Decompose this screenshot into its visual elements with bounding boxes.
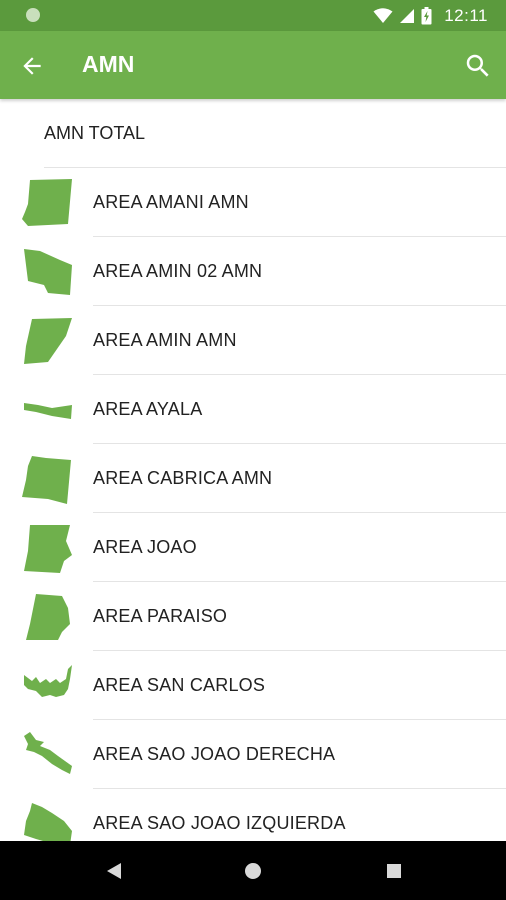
- page-title: AMN: [82, 51, 135, 77]
- list-item[interactable]: AREA PARAISO: [0, 582, 506, 651]
- list-item-label: AREA AMANI AMN: [93, 192, 249, 212]
- arrow-back-icon: [23, 57, 41, 75]
- home-circle-icon: [245, 863, 261, 879]
- back-button[interactable]: [14, 48, 50, 84]
- area-shape-icon: [24, 403, 72, 419]
- total-label: AMN TOTAL: [44, 123, 146, 143]
- status-icons: 12:11: [373, 5, 488, 27]
- nav-recents-button[interactable]: [378, 855, 410, 887]
- app-bar: AMN: [0, 31, 506, 99]
- list-item[interactable]: AREA AMANI AMN: [0, 168, 506, 237]
- signal-icon: [400, 9, 415, 23]
- list-item-label: AREA AMIN 02 AMN: [93, 261, 263, 281]
- notification-dot-icon: [26, 8, 40, 22]
- area-shape-icon: [24, 803, 72, 841]
- area-shape-icon: [24, 525, 72, 573]
- list-item[interactable]: AREA AMIN 02 AMN: [0, 237, 506, 306]
- status-bar: 12:11: [0, 0, 506, 31]
- list-item[interactable]: AREA SAN CARLOS: [0, 651, 506, 720]
- nav-home-button[interactable]: [237, 855, 269, 887]
- area-shape-icon: [22, 456, 71, 504]
- navigation-bar: [0, 841, 506, 900]
- list-item-label: AREA AMIN AMN: [93, 330, 237, 350]
- list-item-label: AREA CABRICA AMN: [93, 468, 273, 488]
- list-item-label: AREA SAN CARLOS: [93, 675, 266, 695]
- recents-square-icon: [387, 864, 401, 878]
- list-item[interactable]: AREA SAO JOAO IZQUIERDA: [0, 789, 506, 841]
- list-item-label: AREA AYALA: [93, 399, 203, 419]
- area-list: AMN TOTAL AREA AMANI AMN AREA AMIN 02 AM…: [0, 99, 506, 841]
- battery-icon: [421, 7, 432, 25]
- list-item[interactable]: AREA AMIN AMN: [0, 306, 506, 375]
- area-shape-icon: [26, 594, 70, 640]
- wifi-icon: [373, 8, 393, 23]
- search-button[interactable]: [458, 46, 498, 86]
- list-item-label: AREA JOAO: [93, 537, 197, 557]
- nav-back-button[interactable]: [98, 855, 130, 887]
- list-item-label: AREA SAO JOAO DERECHA: [93, 744, 336, 764]
- status-time: 12:11: [444, 6, 488, 25]
- area-shape-icon: [24, 732, 72, 774]
- list-item-label: AREA PARAISO: [93, 606, 228, 626]
- area-shape-icon: [22, 179, 72, 226]
- list-item[interactable]: AREA JOAO: [0, 513, 506, 582]
- list-item[interactable]: AREA AYALA: [0, 375, 506, 444]
- area-shape-icon: [24, 665, 72, 697]
- area-shape-icon: [24, 249, 72, 295]
- list-item[interactable]: AREA SAO JOAO DERECHA: [0, 720, 506, 789]
- area-shape-icon: [24, 318, 72, 364]
- list-item-total[interactable]: AMN TOTAL: [0, 99, 506, 168]
- back-triangle-icon: [107, 863, 121, 879]
- list-item[interactable]: AREA CABRICA AMN: [0, 444, 506, 513]
- search-icon: [466, 54, 489, 77]
- list-item-label: AREA SAO JOAO IZQUIERDA: [93, 813, 346, 833]
